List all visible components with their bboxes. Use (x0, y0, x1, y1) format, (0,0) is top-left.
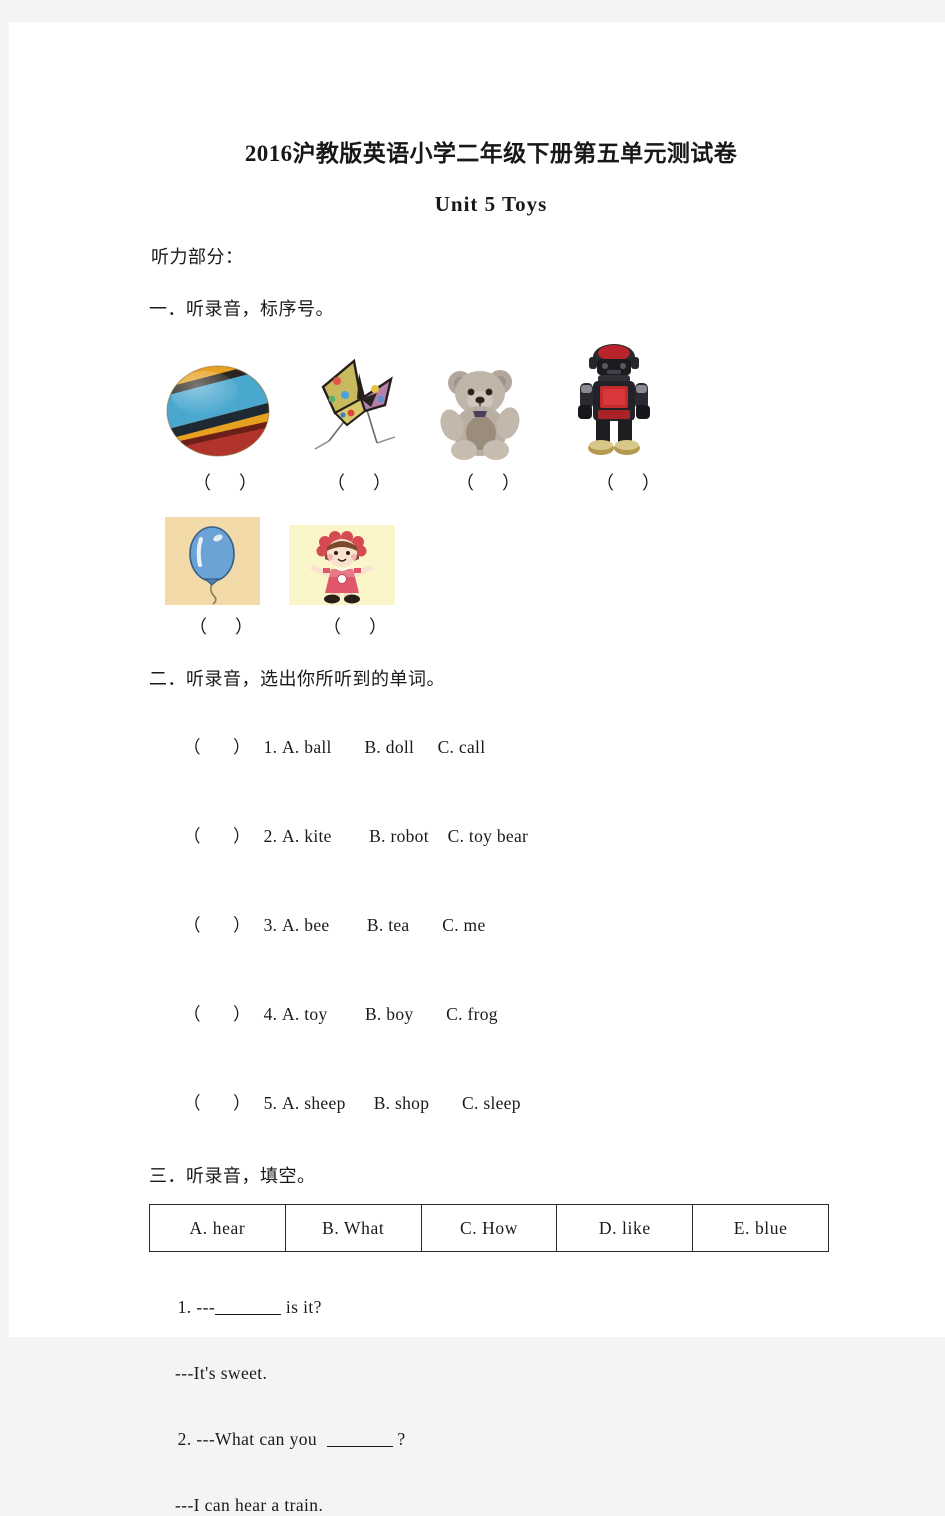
mc-number-4: 4. (263, 1004, 278, 1024)
word-bank-row: A. hear B. What C. How D. like E. blue (149, 1204, 829, 1252)
fill-question-1: 1. --- is it? (149, 1276, 841, 1339)
mc-item-4: （ ） 4. A. toy B. boy C. frog (155, 980, 841, 1047)
word-bank-cell-c[interactable]: C. How (420, 1204, 558, 1252)
answer-bracket-balloon[interactable]: （ ） (189, 613, 255, 639)
fill-suffix-2: ? (392, 1429, 406, 1449)
mc-option-5c[interactable]: C. sleep (462, 1093, 521, 1113)
mc-paren-5[interactable]: （ ） (183, 1093, 254, 1113)
document-content: 2016沪教版英语小学二年级下册第五单元测试卷 Unit 5 Toys 听力部分… (141, 22, 841, 1516)
document-page: 2016沪教版英语小学二年级下册第五单元测试卷 Unit 5 Toys 听力部分… (9, 22, 945, 1515)
mc-item-3: （ ） 3. A. bee B. tea C. me (155, 891, 841, 958)
word-bank-cell-b[interactable]: B. What (284, 1204, 422, 1252)
fill-blank-1[interactable] (215, 1298, 282, 1315)
answer-bracket-ball[interactable]: （ ） (193, 469, 259, 495)
fill-answer-1: ---It's sweet. (175, 1363, 268, 1383)
picture-doll (289, 525, 395, 605)
listening-section-label: 听力部分： (151, 247, 244, 267)
page-title: 2016沪教版英语小学二年级下册第五单元测试卷 (244, 141, 738, 166)
mc-option-3a[interactable]: A. bee (282, 915, 329, 935)
mc-option-4a[interactable]: A. toy (282, 1004, 328, 1024)
mc-option-2c[interactable]: C. toy bear (448, 826, 529, 846)
mc-number-5: 5. (263, 1093, 278, 1113)
mc-option-5a[interactable]: A. sheep (282, 1093, 346, 1113)
mc-paren-1[interactable]: （ ） (183, 737, 254, 757)
bracket-row-one: （ ） （ ） （ ） （ ） (141, 469, 841, 495)
mc-option-3c[interactable]: C. me (442, 915, 485, 935)
mc-number-2: 2. (263, 826, 278, 846)
fill-blank-2[interactable] (326, 1430, 393, 1447)
mc-number-3: 3. (263, 915, 278, 935)
bracket-row-two: （ ） （ ） (141, 613, 841, 639)
picture-toy-bear (433, 355, 529, 461)
mc-paren-2[interactable]: （ ） (183, 826, 254, 846)
picture-ball (163, 355, 273, 461)
mc-option-2a[interactable]: A. kite (282, 826, 332, 846)
fill-answer-2: ---I can hear a train. (175, 1495, 324, 1515)
word-bank-table: A. hear B. What C. How D. like E. blue (149, 1204, 829, 1252)
page-subtitle: Unit 5 Toys (434, 192, 548, 216)
fill-question-2: 2. ---What can you ? (149, 1408, 841, 1471)
mc-option-3b[interactable]: B. tea (367, 915, 410, 935)
answer-bracket-robot[interactable]: （ ） (596, 469, 662, 495)
mc-paren-3[interactable]: （ ） (183, 915, 254, 935)
word-bank-cell-a[interactable]: A. hear (149, 1204, 286, 1252)
mc-item-2: （ ） 2. A. kite B. robot C. toy bear (155, 802, 841, 869)
fill-suffix-1: is it? (281, 1297, 322, 1317)
section-two-heading: 二．听录音，选出你所听到的单词。 (149, 669, 445, 689)
mc-number-1: 1. (263, 737, 278, 757)
mc-item-5: （ ） 5. A. sheep B. shop C. sleep (155, 1069, 841, 1136)
picture-robot (571, 341, 657, 461)
mc-option-5b[interactable]: B. shop (374, 1093, 430, 1113)
mc-option-4c[interactable]: C. frog (446, 1004, 498, 1024)
section-three-heading: 三．听录音，填空。 (149, 1166, 316, 1186)
mc-option-4b[interactable]: B. boy (365, 1004, 413, 1024)
picture-kite (299, 353, 407, 461)
answer-bracket-toy-bear[interactable]: （ ） (456, 469, 522, 495)
fill-number-2: 2. (177, 1429, 192, 1449)
fill-prefix-2: ---What can you (196, 1429, 327, 1449)
mc-option-1b[interactable]: B. doll (364, 737, 414, 757)
word-bank-cell-d[interactable]: D. like (556, 1204, 694, 1252)
picture-row-one (141, 343, 841, 461)
fill-prefix-1: --- (196, 1297, 216, 1317)
word-bank-cell-e[interactable]: E. blue (692, 1204, 829, 1252)
mc-option-2b[interactable]: B. robot (369, 826, 429, 846)
mc-option-1c[interactable]: C. call (438, 737, 486, 757)
fill-number-1: 1. (177, 1297, 192, 1317)
answer-bracket-doll[interactable]: （ ） (323, 613, 389, 639)
answer-bracket-kite[interactable]: （ ） (327, 469, 393, 495)
picture-balloon (165, 517, 260, 605)
mc-item-1: （ ） 1. A. ball B. doll C. call (155, 713, 841, 780)
picture-row-two (141, 513, 841, 605)
mc-paren-4[interactable]: （ ） (183, 1004, 254, 1024)
section-one-heading: 一．听录音，标序号。 (149, 299, 334, 319)
mc-option-1a[interactable]: A. ball (282, 737, 332, 757)
